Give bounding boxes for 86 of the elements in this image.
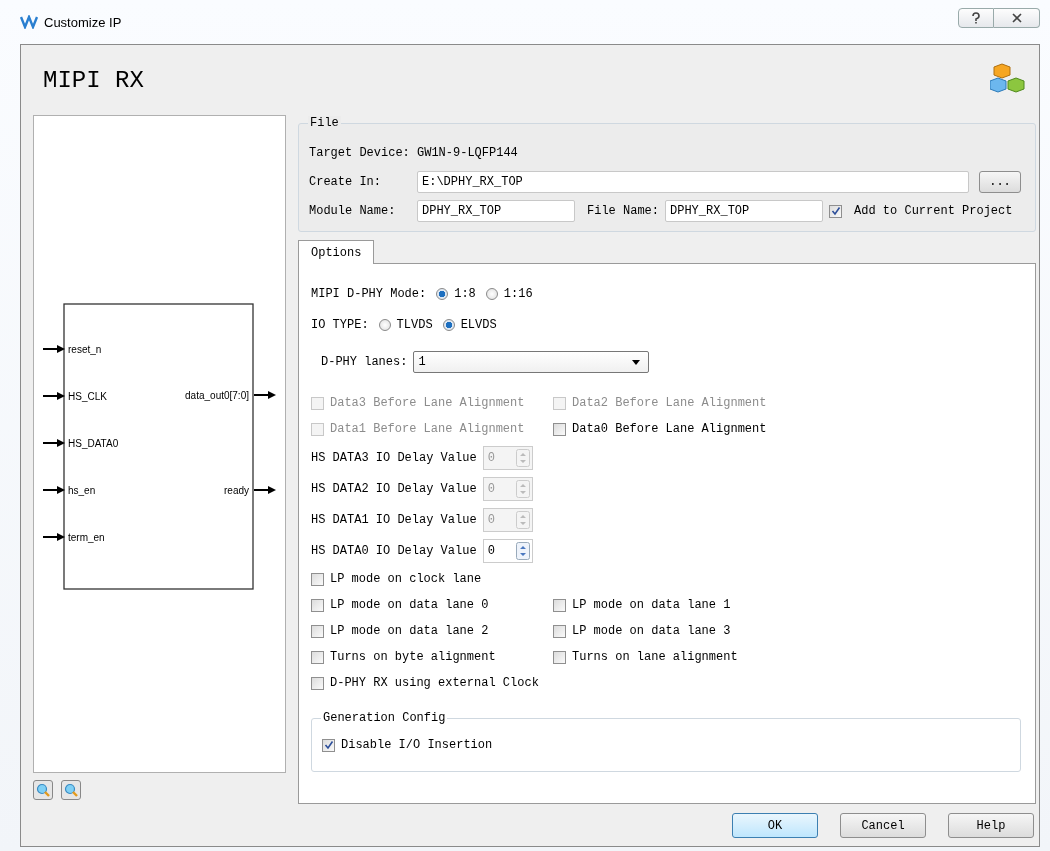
close-button[interactable] xyxy=(994,8,1040,28)
checkbox-label: Turns on lane alignment xyxy=(572,650,738,664)
radio-label: 1:8 xyxy=(454,286,476,301)
checkbox-label: D-PHY RX using external Clock xyxy=(330,676,539,690)
checkbox-label: LP mode on data lane 3 xyxy=(572,624,731,638)
checkbox-label: Data3 Before Lane Alignment xyxy=(330,396,525,410)
zoom-out-button[interactable] xyxy=(61,780,81,800)
port-label: hs_en xyxy=(68,485,96,496)
target-device-value: GW1N-9-LQFP144 xyxy=(417,146,518,160)
checkbox[interactable] xyxy=(553,650,566,664)
field-label: Module Name: xyxy=(309,204,397,218)
browse-button[interactable]: ... xyxy=(979,171,1021,193)
help-button[interactable] xyxy=(958,8,994,28)
group-legend: Generation Config xyxy=(321,711,448,725)
spin-arrows-icon xyxy=(515,479,530,498)
checkbox[interactable] xyxy=(553,598,566,612)
help-icon xyxy=(971,12,981,24)
checkbox[interactable] xyxy=(322,738,335,752)
spin-arrows-icon xyxy=(515,541,530,560)
radio-label: TLVDS xyxy=(396,317,433,332)
spin-box[interactable]: 0 xyxy=(482,538,533,563)
magnifier-icon xyxy=(36,783,50,797)
checkbox-label: LP mode on data lane 1 xyxy=(572,598,731,612)
create-in-field[interactable]: E:\DPHY_RX_TOP xyxy=(417,171,969,193)
checkbox[interactable] xyxy=(311,676,324,690)
checkbox-label: Add to Current Project xyxy=(854,204,1013,218)
dialog-button[interactable]: OK xyxy=(732,813,818,838)
magnifier-icon xyxy=(64,783,78,797)
input-arrow xyxy=(42,486,65,494)
radio-label: ELVDS xyxy=(460,317,497,332)
window-title: Customize IP xyxy=(44,14,122,30)
radio-button[interactable] xyxy=(436,287,449,300)
spinner-label: HS DATA2 IO Delay Value xyxy=(311,481,477,496)
checkbox-label: Turns on byte alignment xyxy=(330,650,496,664)
file-name-field[interactable]: DPHY_RX_TOP xyxy=(665,200,823,222)
option-label: D-PHY lanes: xyxy=(321,355,408,369)
lanes-dropdown[interactable]: 1 xyxy=(413,351,650,373)
zoom-in-button[interactable] xyxy=(33,780,53,800)
ip-title: MIPI RX xyxy=(43,66,144,94)
output-arrow xyxy=(253,391,276,399)
checkbox[interactable] xyxy=(311,598,324,612)
input-arrow xyxy=(42,345,65,353)
checkbox[interactable] xyxy=(311,624,324,638)
checkbox[interactable] xyxy=(311,650,324,664)
checkbox-label: Data0 Before Lane Alignment xyxy=(572,422,767,436)
port-label: HS_DATA0 xyxy=(68,438,119,449)
checkbox-label: LP mode on clock lane xyxy=(330,572,482,586)
field-label: Create In: xyxy=(309,175,382,189)
field-label: File Name: xyxy=(587,204,659,218)
spinner-label: HS DATA3 IO Delay Value xyxy=(311,450,477,465)
checkbox-label: LP mode on data lane 2 xyxy=(330,624,489,638)
output-arrow xyxy=(253,486,276,494)
checkbox[interactable] xyxy=(553,624,566,638)
spinner-label: HS DATA0 IO Delay Value xyxy=(311,543,477,558)
close-icon xyxy=(1011,13,1022,23)
input-arrow xyxy=(42,533,65,541)
field-label: Target Device: xyxy=(309,146,411,160)
port-label: HS_CLK xyxy=(68,391,107,402)
port-label: ready xyxy=(224,485,249,496)
input-arrow xyxy=(42,439,65,447)
spin-arrows-icon xyxy=(515,510,530,529)
port-label: term_en xyxy=(68,532,105,543)
checkbox-label: LP mode on data lane 0 xyxy=(330,598,489,612)
checkbox[interactable] xyxy=(311,572,324,586)
port-label: data_out0[7:0] xyxy=(185,390,249,401)
spin-arrows-icon xyxy=(515,448,530,467)
input-arrow xyxy=(42,392,65,400)
radio-button[interactable] xyxy=(378,318,391,331)
spinner-label: HS DATA1 IO Delay Value xyxy=(311,512,477,527)
radio-label: 1:16 xyxy=(503,286,533,301)
module-name-field[interactable]: DPHY_RX_TOP xyxy=(417,200,575,222)
radio-button[interactable] xyxy=(442,318,455,331)
dialog-button[interactable]: Help xyxy=(948,813,1034,838)
checkbox[interactable] xyxy=(829,204,842,218)
checkbox-label: Data1 Before Lane Alignment xyxy=(330,422,525,436)
radio-button[interactable] xyxy=(485,287,498,300)
checkbox[interactable] xyxy=(553,422,566,436)
option-label: MIPI D-PHY Mode: xyxy=(311,286,427,301)
app-logo-icon xyxy=(20,15,38,29)
checkbox-label: Data2 Before Lane Alignment xyxy=(572,396,767,410)
caret-icon xyxy=(632,359,641,365)
checkbox-label: Disable I/O Insertion xyxy=(341,738,493,752)
tab[interactable]: Options xyxy=(298,240,375,264)
port-label: reset_n xyxy=(68,344,102,355)
option-label: IO TYPE: xyxy=(311,317,369,332)
dialog-button[interactable]: Cancel xyxy=(840,813,926,838)
